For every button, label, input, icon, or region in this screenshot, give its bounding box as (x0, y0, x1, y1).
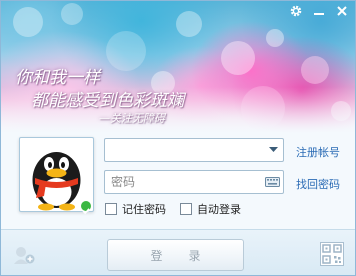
bokeh-light (106, 31, 146, 71)
auto-login-label: 自动登录 (197, 203, 241, 216)
account-dropdown-button[interactable] (263, 139, 283, 161)
account-input[interactable] (105, 139, 263, 161)
online-status-icon[interactable] (80, 200, 92, 215)
settings-button[interactable] (285, 2, 307, 20)
slogan-line-1: 你和我一样 (15, 68, 100, 88)
multi-account-icon (14, 247, 35, 264)
bokeh-light (221, 41, 255, 75)
password-input[interactable] (105, 171, 261, 193)
minimize-button[interactable] (308, 2, 330, 20)
checkmark-icon (82, 208, 90, 215)
bokeh-light (176, 11, 202, 37)
bokeh-light (61, 3, 83, 25)
account-field (104, 138, 284, 162)
recover-password-link[interactable]: 找回密码 (296, 176, 340, 192)
login-button[interactable]: 登录 (107, 239, 244, 271)
title-bar-buttons (285, 2, 353, 20)
register-account-link[interactable]: 注册帐号 (296, 144, 340, 160)
login-button-label: 登录 (150, 248, 227, 263)
chevron-down-icon (269, 147, 278, 152)
close-button[interactable] (331, 2, 353, 20)
remember-password-checkbox[interactable]: 记住密码 (105, 201, 166, 217)
close-icon (337, 6, 347, 16)
password-field (104, 170, 284, 194)
auto-login-checkbox[interactable]: 自动登录 (180, 201, 241, 217)
multi-account-button[interactable] (13, 245, 35, 269)
remember-password-label: 记住密码 (122, 203, 166, 216)
banner-image: 你和我一样 都能感受到色彩斑斓 —关注无障碍 (1, 1, 355, 133)
slogan-signature: —关注无障碍 (99, 112, 165, 125)
minimize-icon (314, 13, 324, 15)
slogan-line-2: 都能感受到色彩斑斓 (31, 91, 184, 111)
checkbox-box (180, 203, 192, 215)
bokeh-light (266, 29, 284, 47)
qr-code-icon (320, 242, 344, 266)
keyboard-icon (264, 177, 280, 187)
login-window: 你和我一样 都能感受到色彩斑斓 —关注无障碍 注册帐号 找回密码 记住密码 自动… (0, 0, 356, 276)
soft-keyboard-button[interactable] (261, 171, 283, 193)
gear-icon (290, 5, 302, 17)
checkbox-box (105, 203, 117, 215)
bokeh-light (301, 56, 329, 84)
bokeh-light (13, 7, 43, 37)
qr-login-button[interactable] (320, 242, 344, 270)
